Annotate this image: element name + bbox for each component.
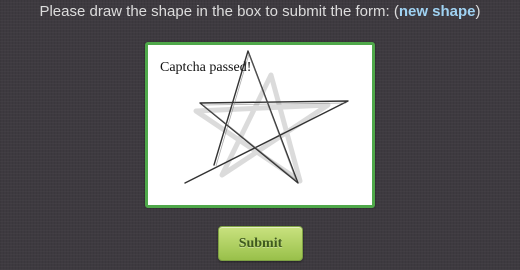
instruction-text: Please draw the shape in the box to subm…	[39, 3, 390, 20]
submit-button[interactable]: Submit	[218, 226, 303, 261]
captcha-status-text: Captcha passed!	[160, 60, 252, 75]
template-star-shape	[193, 72, 331, 184]
close-paren: )	[475, 3, 481, 20]
instruction-text-line: Please draw the shape in the box to subm…	[0, 3, 520, 21]
new-shape-link[interactable]: new shape	[399, 3, 476, 20]
captcha-drawing-box[interactable]: Captcha passed!	[145, 42, 375, 208]
